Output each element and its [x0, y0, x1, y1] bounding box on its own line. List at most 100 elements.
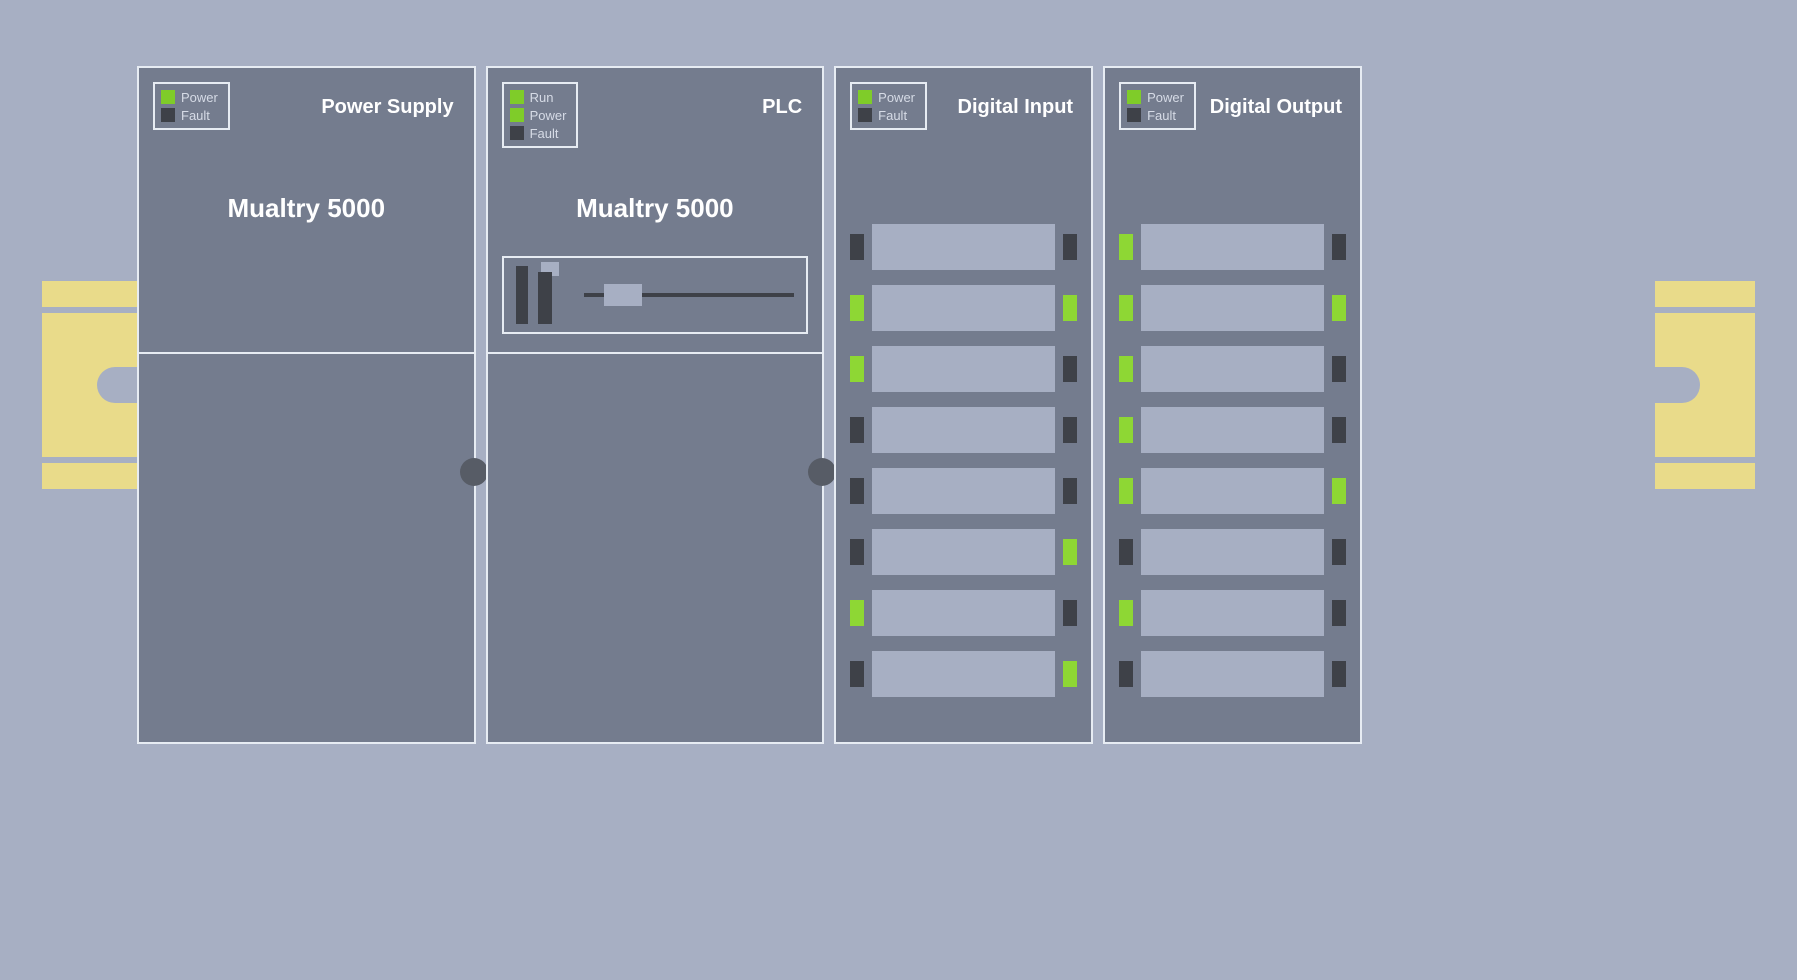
- led-row: Fault: [510, 124, 567, 142]
- channel-terminal[interactable]: [1141, 590, 1324, 636]
- led-label: Fault: [181, 108, 210, 123]
- mode-selector-knob-icon[interactable]: [604, 284, 642, 306]
- led-row: Run: [510, 88, 567, 106]
- led-row: Fault: [858, 106, 915, 124]
- power-supply-led-panel: Power Fault: [153, 82, 230, 130]
- digital-output-module: Power Fault Digital Output: [1103, 66, 1362, 744]
- channel-indicator-left-icon: [1119, 600, 1133, 626]
- io-channel: [850, 407, 1077, 453]
- io-channel: [850, 224, 1077, 270]
- power-led-icon: [510, 108, 524, 122]
- channel-indicator-left-icon: [1119, 295, 1133, 321]
- digital-output-channels: [1105, 154, 1360, 742]
- io-channel: [850, 285, 1077, 331]
- io-channel: [850, 529, 1077, 575]
- plc-mode-selector[interactable]: [502, 256, 809, 334]
- led-label: Power: [878, 90, 915, 105]
- lock-peg-icon: [460, 458, 488, 486]
- led-label: Power: [530, 108, 567, 123]
- channel-indicator-left-icon: [1119, 234, 1133, 260]
- module-title: Digital Output: [1210, 96, 1342, 119]
- channel-indicator-right-icon: [1332, 478, 1346, 504]
- channel-indicator-right-icon: [1063, 478, 1077, 504]
- io-channel: [1119, 285, 1346, 331]
- run-led-icon: [510, 90, 524, 104]
- channel-indicator-left-icon: [850, 661, 864, 687]
- led-row: Power: [161, 88, 218, 106]
- power-led-icon: [858, 90, 872, 104]
- channel-terminal[interactable]: [1141, 224, 1324, 270]
- channel-terminal[interactable]: [1141, 651, 1324, 697]
- channel-indicator-left-icon: [1119, 417, 1133, 443]
- led-row: Power: [858, 88, 915, 106]
- channel-terminal[interactable]: [1141, 285, 1324, 331]
- channel-terminal[interactable]: [872, 407, 1055, 453]
- channel-terminal[interactable]: [1141, 529, 1324, 575]
- module-model: Mualtry 5000: [228, 193, 386, 224]
- io-channel: [1119, 468, 1346, 514]
- channel-indicator-right-icon: [1332, 417, 1346, 443]
- io-channel: [1119, 590, 1346, 636]
- digital-output-led-panel: Power Fault: [1119, 82, 1196, 130]
- lock-peg-icon: [808, 458, 836, 486]
- plc-rack: Power Fault Power Supply Mualtry 5000 Ru…: [137, 66, 1362, 744]
- digital-input-channels: [836, 154, 1091, 742]
- channel-indicator-left-icon: [1119, 478, 1133, 504]
- channel-terminal[interactable]: [872, 468, 1055, 514]
- power-led-icon: [1127, 90, 1141, 104]
- io-channel: [1119, 529, 1346, 575]
- channel-indicator-right-icon: [1063, 356, 1077, 382]
- fault-led-icon: [510, 126, 524, 140]
- io-channel: [1119, 224, 1346, 270]
- power-supply-module: Power Fault Power Supply Mualtry 5000: [137, 66, 476, 744]
- channel-terminal[interactable]: [1141, 346, 1324, 392]
- led-label: Fault: [530, 126, 559, 141]
- led-row: Fault: [1127, 106, 1184, 124]
- channel-terminal[interactable]: [872, 529, 1055, 575]
- led-label: Run: [530, 90, 554, 105]
- led-label: Power: [181, 90, 218, 105]
- fault-led-icon: [858, 108, 872, 122]
- channel-indicator-right-icon: [1063, 661, 1077, 687]
- module-title: Digital Input: [958, 96, 1074, 119]
- led-label: Power: [1147, 90, 1184, 105]
- channel-indicator-right-icon: [1063, 295, 1077, 321]
- channel-terminal[interactable]: [872, 224, 1055, 270]
- channel-indicator-right-icon: [1332, 234, 1346, 260]
- module-title: Power Supply: [321, 96, 453, 119]
- rail-bracket-left: [42, 281, 142, 489]
- channel-indicator-left-icon: [850, 539, 864, 565]
- channel-terminal[interactable]: [1141, 468, 1324, 514]
- channel-indicator-right-icon: [1063, 417, 1077, 443]
- led-row: Power: [510, 106, 567, 124]
- led-row: Fault: [161, 106, 218, 124]
- channel-indicator-right-icon: [1332, 295, 1346, 321]
- channel-indicator-left-icon: [1119, 661, 1133, 687]
- led-row: Power: [1127, 88, 1184, 106]
- io-channel: [1119, 407, 1346, 453]
- channel-terminal[interactable]: [872, 346, 1055, 392]
- channel-indicator-right-icon: [1063, 234, 1077, 260]
- channel-indicator-left-icon: [850, 234, 864, 260]
- digital-input-led-panel: Power Fault: [850, 82, 927, 130]
- channel-indicator-left-icon: [850, 295, 864, 321]
- digital-input-module: Power Fault Digital Input: [834, 66, 1093, 744]
- fault-led-icon: [1127, 108, 1141, 122]
- channel-indicator-right-icon: [1332, 661, 1346, 687]
- io-channel: [850, 468, 1077, 514]
- channel-indicator-right-icon: [1332, 356, 1346, 382]
- led-label: Fault: [878, 108, 907, 123]
- channel-indicator-right-icon: [1063, 600, 1077, 626]
- channel-terminal[interactable]: [872, 590, 1055, 636]
- channel-terminal[interactable]: [872, 285, 1055, 331]
- channel-indicator-left-icon: [850, 417, 864, 443]
- io-channel: [850, 346, 1077, 392]
- io-channel: [1119, 651, 1346, 697]
- io-channel: [850, 651, 1077, 697]
- channel-indicator-left-icon: [850, 600, 864, 626]
- channel-terminal[interactable]: [872, 651, 1055, 697]
- power-led-icon: [161, 90, 175, 104]
- io-channel: [1119, 346, 1346, 392]
- module-model: Mualtry 5000: [576, 193, 734, 224]
- channel-terminal[interactable]: [1141, 407, 1324, 453]
